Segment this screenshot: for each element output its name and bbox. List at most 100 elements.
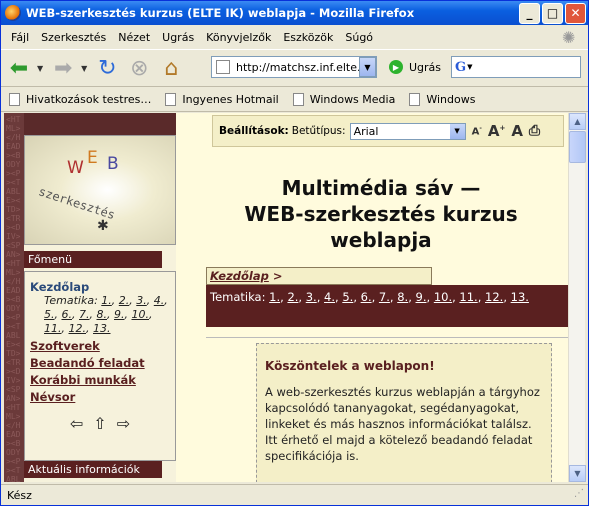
page-icon [292, 93, 304, 106]
url-dropdown-icon[interactable]: ▼ [359, 57, 376, 77]
scroll-up-icon[interactable]: ▲ [569, 113, 586, 130]
page-icon [216, 60, 230, 74]
font-select[interactable]: Arial ▼ [349, 122, 466, 140]
tematika-link[interactable]: 4. [324, 290, 335, 304]
tematika-link[interactable]: 6. [361, 290, 372, 304]
tematika-link[interactable]: 2. [119, 294, 130, 307]
vertical-scrollbar[interactable]: ▲ ▼ [568, 113, 586, 482]
back-arrow-icon[interactable]: ⬅ [5, 54, 33, 82]
prev-arrow-icon[interactable]: ⇦ [70, 414, 83, 433]
maximize-button[interactable]: □ [542, 2, 563, 24]
scroll-thumb[interactable] [569, 131, 586, 163]
tematika-link[interactable]: 13. [93, 322, 111, 335]
menu-bar: Fájl Szerkesztés Nézet Ugrás Könyvjelzők… [1, 26, 588, 48]
page-content: <HTML></HEAD><BODY><P><TABLE><TD><TR><DI… [4, 113, 568, 482]
left-sidebar: W E B szerkesztés ✱ Főmenü Kezdőlap Tema… [24, 135, 176, 482]
tematika-link[interactable]: 13. [511, 290, 529, 304]
google-icon[interactable]: G [455, 60, 466, 75]
menu-help[interactable]: Súgó [339, 31, 379, 44]
search-engine-dropdown-icon[interactable]: ▼ [467, 63, 472, 71]
search-input[interactable]: G ▼ [451, 56, 581, 78]
settings-bar: Beállítások: Betűtípus: Arial ▼ A- A+ A … [212, 115, 564, 147]
roster-link[interactable]: Névsor [30, 390, 170, 404]
breadcrumb-home-link[interactable]: Kezdőlap [210, 269, 269, 283]
tematika-link[interactable]: 1. [269, 290, 280, 304]
stop-icon[interactable]: ⊗ [125, 54, 153, 82]
tematika-link[interactable]: 10. [434, 290, 452, 304]
back-dropdown-icon[interactable]: ▼ [37, 64, 43, 73]
tematika-link[interactable]: 7. [79, 308, 90, 321]
bookmark-item[interactable]: Windows [409, 93, 475, 106]
main-menu-header: Főmenü [24, 251, 162, 268]
print-icon[interactable]: ⎙ [529, 123, 540, 139]
tematika-link[interactable]: 5. [342, 290, 353, 304]
tematika-link[interactable]: 9. [114, 308, 125, 321]
menu-bookmarks[interactable]: Könyvjelzők [200, 31, 277, 44]
tematika-link[interactable]: 4. [154, 294, 165, 307]
tematika-label: Tematika: [210, 290, 266, 304]
reload-icon[interactable]: ↻ [93, 54, 121, 82]
next-arrow-icon[interactable]: ⇨ [117, 414, 130, 433]
scroll-down-icon[interactable]: ▼ [569, 465, 586, 482]
tematika-link[interactable]: 8. [397, 290, 408, 304]
minimize-button[interactable]: _ [519, 2, 540, 24]
url-text: http://matchsz.inf.elte.hu/ [236, 60, 377, 74]
tematika-link[interactable]: 2. [287, 290, 298, 304]
breadcrumb: Kezdőlap > [206, 267, 432, 285]
bookmark-item[interactable]: Windows Media [292, 93, 395, 106]
tematika-link[interactable]: 7. [379, 290, 390, 304]
title-line: Multimédia sáv — [281, 176, 481, 200]
tematika-link[interactable]: 12. [485, 290, 503, 304]
logo-letter: E [87, 148, 98, 168]
resize-grip-icon[interactable]: ⋰ [574, 488, 584, 499]
font-larger-icon[interactable]: A+ [488, 122, 505, 140]
tematika-link[interactable]: 3. [306, 290, 317, 304]
up-arrow-icon[interactable]: ⇧ [93, 414, 106, 433]
tematika-link[interactable]: 5. [44, 308, 55, 321]
main-menu: Kezdőlap Tematika: 1., 2., 3., 4., 5., 6… [24, 271, 176, 461]
page-nav-arrows: ⇦ ⇧ ⇨ [30, 414, 170, 433]
menu-tools[interactable]: Eszközök [277, 31, 339, 44]
page-icon [409, 93, 421, 106]
tematika-link[interactable]: 11. [459, 290, 477, 304]
firefox-icon [5, 5, 21, 21]
menu-edit[interactable]: Szerkesztés [35, 31, 112, 44]
title-bar: WEB-szerkesztés kurzus (ELTE IK) weblapj… [1, 1, 588, 25]
tematika-link[interactable]: 9. [416, 290, 427, 304]
font-smaller-icon[interactable]: A- [472, 125, 482, 137]
bookmark-label: Ingyenes Hotmail [182, 93, 279, 106]
tematika-link[interactable]: 3. [136, 294, 147, 307]
home-link[interactable]: Kezdőlap [30, 280, 170, 294]
status-bar: Kész [1, 484, 588, 505]
logo-subtitle: szerkesztés [36, 184, 117, 223]
tematika-link[interactable]: 1. [101, 294, 112, 307]
tematika-link[interactable]: 11. [44, 322, 62, 335]
software-link[interactable]: Szoftverek [30, 339, 170, 353]
font-reset-icon[interactable]: A [511, 122, 523, 140]
bookmark-item[interactable]: Ingyenes Hotmail [165, 93, 279, 106]
throbber-icon: ✺ [562, 28, 576, 47]
tematika-link[interactable]: 8. [97, 308, 108, 321]
home-icon[interactable]: ⌂ [157, 54, 185, 82]
forward-arrow-icon[interactable]: ➡ [49, 54, 77, 82]
url-input[interactable]: http://matchsz.inf.elte.hu/ [211, 56, 377, 78]
menu-view[interactable]: Nézet [112, 31, 156, 44]
go-label: Ugrás [409, 60, 442, 74]
tematika-label: Tematika: [44, 294, 98, 307]
logo-letter: B [107, 154, 119, 174]
tematika-link[interactable]: 12. [69, 322, 87, 335]
previous-works-link[interactable]: Korábbi munkák [30, 373, 170, 387]
title-line: weblapja [330, 228, 432, 252]
menu-go[interactable]: Ugrás [156, 31, 200, 44]
close-button[interactable]: ✕ [565, 2, 586, 24]
bookmark-item[interactable]: Hivatkozások testres… [9, 93, 151, 106]
menu-file[interactable]: Fájl [5, 31, 35, 44]
chevron-down-icon: ▼ [449, 123, 465, 139]
forward-dropdown-icon[interactable]: ▼ [81, 64, 87, 73]
divider [206, 337, 568, 338]
assignment-link[interactable]: Beadandó feladat [30, 356, 170, 370]
go-arrow-icon: ▶ [389, 60, 403, 74]
go-button[interactable]: ▶ Ugrás [389, 60, 441, 74]
tematika-link[interactable]: 6. [62, 308, 73, 321]
tematika-link[interactable]: 10. [132, 308, 150, 321]
